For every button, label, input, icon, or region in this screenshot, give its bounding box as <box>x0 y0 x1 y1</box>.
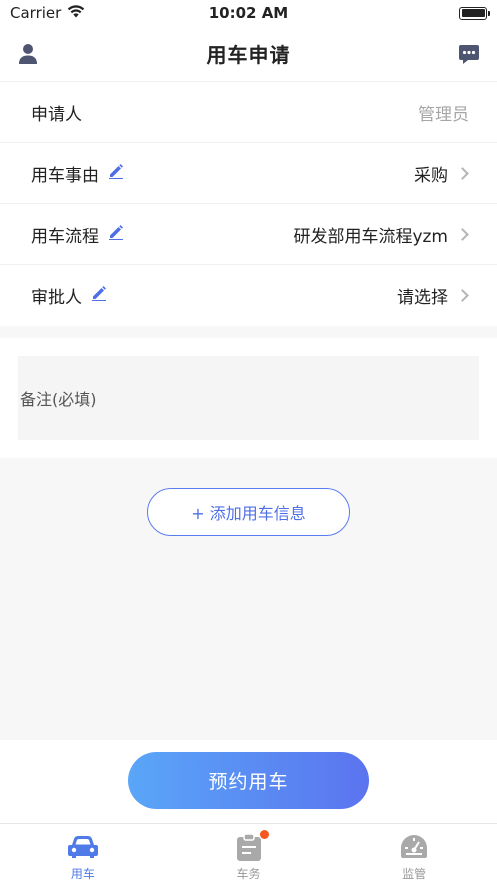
status-left: Carrier <box>10 4 85 22</box>
reason-label: 用车事由 <box>31 165 99 186</box>
clipboard-icon <box>234 830 269 861</box>
process-row[interactable]: 用车流程 研发部用车流程yzm <box>0 204 497 265</box>
pencil-icon <box>108 163 124 184</box>
chevron-right-icon <box>456 227 469 241</box>
approver-value: 请选择 <box>397 288 448 308</box>
tab-car[interactable]: 用车 <box>0 824 166 883</box>
reason-row[interactable]: 用车事由 采购 <box>0 143 497 204</box>
status-bar: Carrier 10:02 AM <box>0 0 497 26</box>
chat-icon[interactable] <box>455 40 483 68</box>
page-title: 用车申请 <box>206 43 291 67</box>
user-icon[interactable] <box>14 40 42 68</box>
nav-bar: 用车申请 <box>0 26 497 82</box>
process-label: 用车流程 <box>31 226 99 247</box>
carrier-label: Carrier <box>10 4 62 22</box>
tab-vehicle-affairs-label: 车务 <box>236 867 261 881</box>
notes-input[interactable]: 备注(必填) <box>18 356 479 440</box>
tab-monitor-label: 监管 <box>402 867 427 881</box>
pencil-icon <box>108 224 124 245</box>
tab-bar: 用车 车务 监管 <box>0 823 497 883</box>
approver-row[interactable]: 审批人 请选择 <box>0 265 497 326</box>
tab-monitor[interactable]: 监管 <box>331 824 497 883</box>
reason-value: 采购 <box>414 165 448 186</box>
book-vehicle-button[interactable]: 预约用车 <box>128 752 369 809</box>
applicant-row: 申请人 管理员 <box>0 82 497 143</box>
process-value: 研发部用车流程yzm <box>293 226 448 247</box>
approver-label: 审批人 <box>31 288 82 308</box>
car-icon <box>67 833 98 861</box>
notes-placeholder: 备注(必填) <box>20 390 97 409</box>
battery-icon <box>459 6 490 20</box>
notes-section: 备注(必填) <box>0 338 497 458</box>
wifi-icon <box>67 4 85 22</box>
tab-vehicle-affairs[interactable]: 车务 <box>166 824 332 883</box>
tab-car-label: 用车 <box>70 867 95 881</box>
chevron-right-icon <box>456 289 469 302</box>
gauge-icon <box>399 833 429 861</box>
chevron-right-icon <box>456 166 469 180</box>
applicant-value: 管理员 <box>418 104 469 125</box>
applicant-label: 申请人 <box>31 104 82 125</box>
pencil-icon <box>91 285 107 306</box>
application-form: 申请人 管理员 用车事由 采购 用车流程 研发部用车流程yzm 审批人 请选择 <box>0 82 497 326</box>
notification-badge <box>259 830 269 839</box>
add-vehicle-info-button[interactable]: + 添加用车信息 <box>147 488 350 536</box>
